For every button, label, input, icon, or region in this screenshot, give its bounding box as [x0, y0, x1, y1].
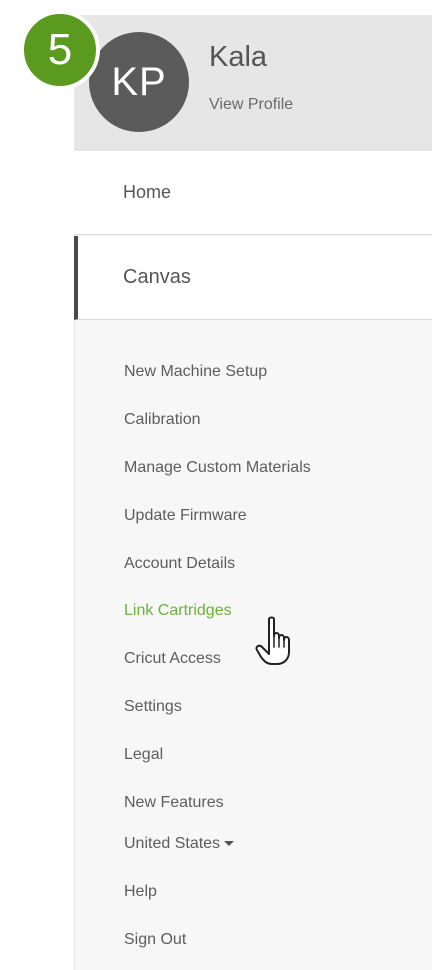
menu-item-legal[interactable]: Legal [124, 746, 163, 764]
country-selector-label: United States [124, 835, 221, 852]
nav-canvas[interactable]: Canvas [74, 236, 432, 320]
menu-item-update-firmware[interactable]: Update Firmware [124, 507, 247, 525]
user-name: Kala [209, 41, 268, 73]
menu-item-calibration[interactable]: Calibration [124, 411, 200, 429]
menu-item-manage-custom-materials[interactable]: Manage Custom Materials [124, 459, 311, 477]
nav-home-label: Home [123, 182, 172, 202]
menu-item-sign-out[interactable]: Sign Out [124, 931, 186, 949]
menu-item-settings[interactable]: Settings [124, 698, 182, 716]
step-number: 5 [47, 25, 73, 74]
caret-down-icon [224, 841, 235, 847]
menu-item-link-cartridges[interactable]: Link Cartridges [124, 602, 232, 620]
step-number-badge: 5 [20, 10, 100, 90]
menu-item-new-features[interactable]: New Features [124, 794, 224, 812]
country-selector[interactable]: United States [124, 835, 235, 853]
nav-canvas-label: Canvas [123, 266, 191, 288]
avatar[interactable]: KP [89, 32, 189, 132]
hand-pointer-icon [255, 616, 290, 665]
avatar-initials: KP [111, 59, 167, 104]
menu-item-cricut-access[interactable]: Cricut Access [124, 650, 221, 668]
nav-home[interactable]: Home [74, 151, 432, 235]
menu-item-help[interactable]: Help [124, 883, 157, 901]
menu-item-account-details[interactable]: Account Details [124, 555, 235, 573]
view-profile-link[interactable]: View Profile [209, 96, 293, 114]
menu-item-new-machine-setup[interactable]: New Machine Setup [124, 363, 267, 381]
